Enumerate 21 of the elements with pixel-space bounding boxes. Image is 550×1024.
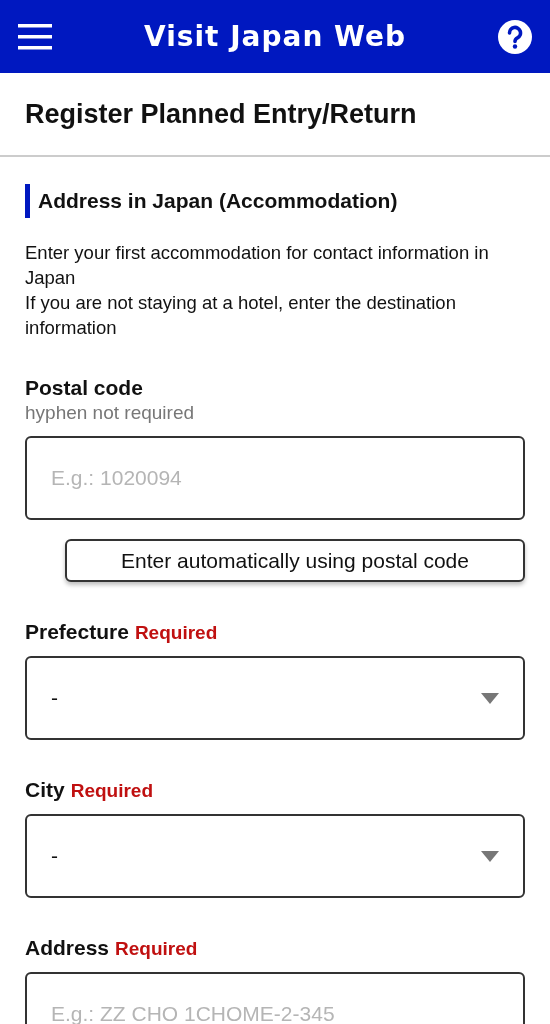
field-label: Postal code: [25, 376, 143, 400]
text-field[interactable]: E.g.: 1020094: [25, 436, 525, 520]
field-label: Address: [25, 936, 110, 960]
description-text: If you are not staying at a hotel, enter the destination information: [25, 291, 457, 340]
required-label: Required: [134, 622, 218, 644]
dropdown-field[interactable]: -: [25, 814, 525, 898]
required-label: Required: [115, 938, 198, 960]
field-label: City: [25, 778, 65, 802]
field-hint: hyphen not required: [25, 402, 195, 424]
app-title: Visit Japan Web: [144, 20, 406, 53]
dropdown-caret-icon: [481, 692, 499, 704]
page-title: Register Planned Entry/Return: [0, 73, 550, 157]
dropdown-caret-icon: [481, 850, 499, 862]
description-text: Enter your first accommodation for contact information in Japan: [25, 241, 490, 290]
dropdown-field[interactable]: -: [25, 656, 525, 740]
section-heading: Address in Japan (Accommodation): [25, 184, 525, 218]
help-icon[interactable]: [498, 19, 532, 54]
menu-icon[interactable]: [18, 23, 52, 50]
required-label: Required: [70, 780, 154, 802]
field-label: Prefecture: [25, 620, 129, 644]
autofill-button[interactable]: Enter automatically using postal code: [65, 539, 525, 582]
